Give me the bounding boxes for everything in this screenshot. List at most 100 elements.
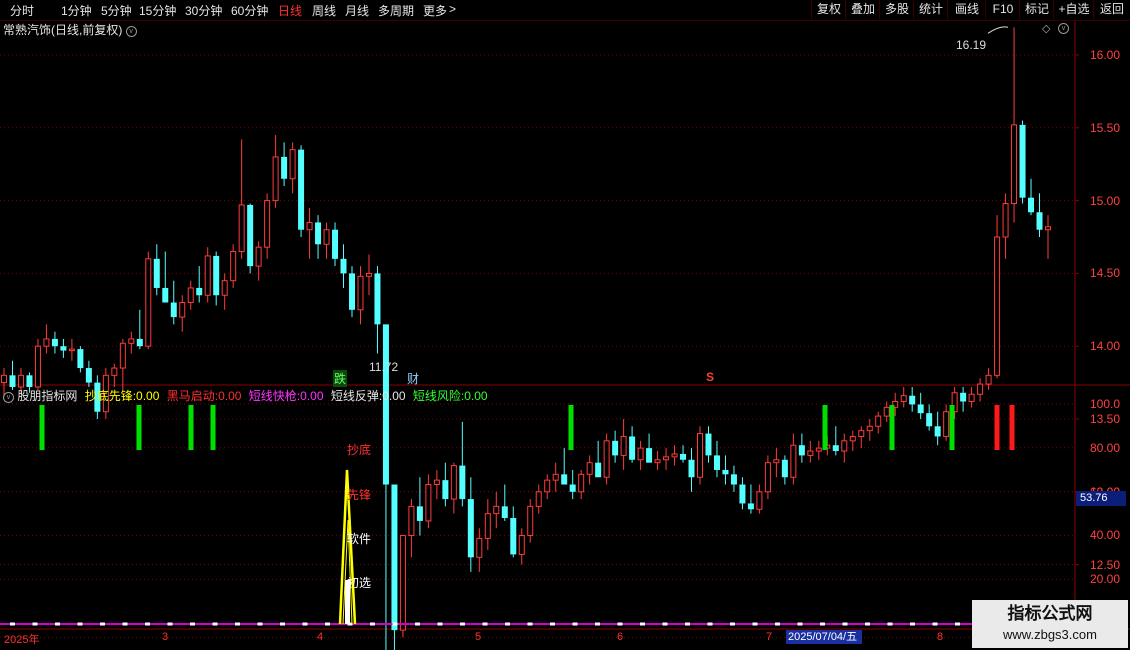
cursor-date-box: 2025/07/04/五 — [786, 630, 862, 644]
candle — [603, 433, 610, 485]
add-watchlist-button[interactable]: +自选 — [1053, 0, 1094, 19]
indicator-tick-label: 20.00 — [1090, 572, 1121, 587]
baseline-dot — [392, 622, 398, 626]
current-value-box: 53.76 — [1076, 491, 1126, 506]
candle-body — [365, 272, 372, 277]
tab-30min[interactable]: 30分钟 — [185, 2, 222, 19]
candle-body — [934, 426, 941, 437]
die-marker[interactable]: 跌 — [333, 370, 348, 387]
candle — [349, 266, 355, 318]
candle — [289, 142, 296, 194]
candle-body — [298, 149, 305, 230]
tab-weekly[interactable]: 周线 — [312, 2, 336, 19]
candle — [85, 360, 92, 387]
indicator-tick-label: 100.0 — [1090, 397, 1121, 411]
candle — [663, 448, 670, 470]
annotation-chaodi: 抄底 — [347, 443, 372, 457]
candle — [713, 440, 720, 478]
high-price-label: 16.19 — [956, 38, 987, 52]
candle-body — [145, 258, 152, 347]
candle-body — [900, 395, 907, 403]
green-signal-bar — [949, 405, 955, 450]
price-tick-label: 12.50 — [1090, 557, 1121, 572]
candle — [332, 222, 339, 267]
baseline-dot — [730, 622, 735, 626]
candle — [264, 193, 271, 259]
candle-body — [43, 338, 50, 347]
candle — [994, 215, 1001, 379]
candle — [781, 455, 788, 485]
legend-label-fantan: 短线反弹: — [330, 389, 383, 403]
candle — [917, 392, 924, 419]
candle-body — [1002, 203, 1009, 238]
candle — [272, 135, 279, 208]
candle — [204, 247, 211, 303]
baseline-dot — [617, 622, 623, 626]
candle-body — [688, 459, 695, 478]
candle-body — [917, 404, 924, 414]
candle — [654, 451, 661, 470]
candle-body — [281, 156, 288, 179]
tab-multi-period[interactable]: 多周期 — [378, 2, 414, 19]
baseline-dot — [460, 622, 465, 626]
indicator-collapse-icon[interactable]: v — [3, 392, 14, 403]
candle — [646, 433, 653, 463]
candle — [433, 469, 440, 500]
title-collapse-icon[interactable]: v — [125, 26, 137, 37]
mark-button[interactable]: 标记 — [1019, 0, 1054, 19]
chart-collapse-icon[interactable]: v — [1058, 22, 1069, 34]
baseline-dot — [280, 622, 285, 626]
candle-body — [646, 448, 653, 463]
tab-1min[interactable]: 1分钟 — [61, 2, 92, 19]
green-signal-bar — [188, 405, 194, 450]
candle — [1028, 178, 1035, 216]
watermark-title: 指标公式网 — [1007, 604, 1093, 623]
candle-body — [315, 222, 322, 245]
candle — [832, 426, 839, 456]
candle-body — [552, 473, 559, 481]
tab-15min[interactable]: 15分钟 — [139, 2, 176, 19]
candle-body — [416, 506, 423, 521]
candle — [764, 455, 771, 500]
baseline-dot — [370, 622, 375, 626]
candle — [51, 331, 58, 354]
baseline-dot — [595, 622, 600, 626]
tab-monthly[interactable]: 月线 — [345, 2, 369, 19]
back-button[interactable]: 返回 — [1093, 0, 1130, 19]
candle-body — [408, 505, 415, 536]
tab-more[interactable]: 更多 — [423, 2, 447, 19]
s-marker[interactable]: S — [706, 370, 714, 384]
candle-body — [994, 236, 1001, 376]
more-chevron-icon[interactable]: > — [449, 2, 456, 16]
candle-body — [332, 229, 339, 259]
candle-body — [9, 375, 16, 387]
chart-canvas[interactable] — [0, 0, 1130, 650]
candle — [450, 462, 457, 514]
multi-stock-button[interactable]: 多股 — [879, 0, 914, 19]
tab-60min[interactable]: 60分钟 — [231, 2, 268, 19]
candle — [552, 462, 559, 492]
tab-fenshi[interactable]: 分时 — [10, 2, 34, 19]
candle — [298, 145, 305, 237]
candle — [357, 266, 364, 325]
statistics-button[interactable]: 统计 — [913, 0, 948, 19]
baseline-dot — [257, 622, 263, 626]
baseline-dot — [437, 622, 443, 626]
indicator-tick-label: 40.00 — [1090, 528, 1121, 543]
tab-daily[interactable]: 日线 — [278, 2, 302, 19]
baseline-dot — [482, 622, 488, 626]
f10-button[interactable]: F10 — [985, 0, 1020, 19]
baseline-dot — [167, 622, 173, 626]
cai-marker[interactable]: 财 — [407, 370, 419, 387]
overlay-button[interactable]: 叠加 — [845, 0, 880, 19]
draw-line-button[interactable]: 画线 — [947, 0, 986, 19]
candle-body — [671, 453, 678, 458]
candle-body — [204, 255, 211, 296]
candle — [773, 448, 780, 478]
x-label-aug: 8 — [937, 631, 944, 643]
candle-body — [399, 534, 406, 631]
tab-5min[interactable]: 5分钟 — [101, 2, 132, 19]
diamond-icon[interactable]: ◇ — [1042, 22, 1050, 35]
fuquan-button[interactable]: 复权 — [811, 0, 846, 19]
candle-body — [527, 505, 534, 536]
